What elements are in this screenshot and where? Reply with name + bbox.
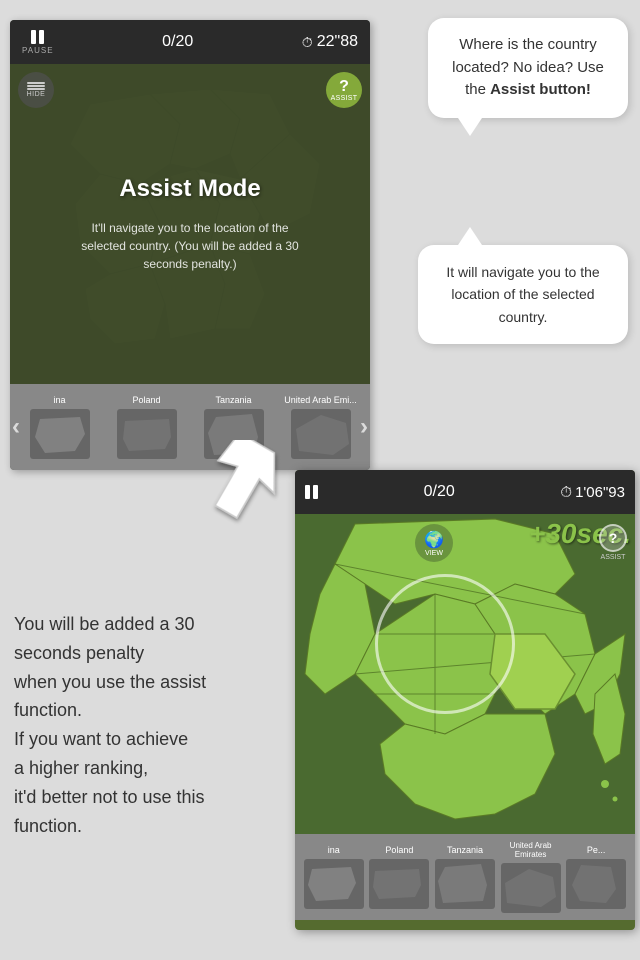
score-display-2: 0/20 [424, 483, 455, 501]
country-name-china-2: ina [328, 845, 340, 855]
pause-icon-2 [305, 485, 318, 499]
score-display: 0/20 [162, 33, 193, 51]
country-silhouette-china [30, 409, 90, 459]
country-strip-top: ‹ ina Poland Tanzania United Arab Emi... [10, 384, 370, 470]
view-label: VIEW [425, 550, 443, 557]
timer-icon: ⏱ [302, 34, 313, 51]
text-line-8: function. [14, 816, 82, 836]
hide-button[interactable]: HIDE [18, 72, 54, 108]
timer-display: ⏱ 22"88 [302, 33, 358, 51]
hide-icon-3 [27, 88, 45, 90]
hide-icon [27, 82, 45, 84]
bubble-1-text: Where is the country located? No idea? U… [444, 34, 612, 102]
bottom-screenshot: 0/20 ⏱ 1'06"93 +30sec. [295, 470, 635, 930]
assist-label-2: ASSIST [601, 554, 626, 561]
country-name-uae-2: United Arab Emirates [500, 841, 562, 859]
country-item-china[interactable]: ina [18, 395, 101, 459]
country-silhouette-tanzania-2 [435, 859, 495, 909]
assist-button-map[interactable]: ? ASSIST [326, 72, 362, 108]
assist-mode-overlay: Assist Mode It'll navigate you to the lo… [10, 64, 370, 384]
text-line-5: If you want to achieve [14, 729, 188, 749]
text-line-1: You will be added a 30 [14, 614, 194, 634]
country-silhouette-poland [117, 409, 177, 459]
assist-mode-title: Assist Mode [119, 175, 260, 203]
timer-display-2: ⏱ 1'06"93 [560, 484, 625, 501]
assist-question-2: ? [599, 524, 627, 552]
text-line-4: function. [14, 700, 82, 720]
country-item-poland-2[interactable]: Poland [369, 845, 431, 909]
timer-value-2: 1'06"93 [575, 484, 625, 501]
top-screenshot: PAUSE 0/20 ⏱ 22"88 [10, 20, 370, 470]
country-name-poland: Poland [132, 395, 160, 405]
speech-bubble-1: Where is the country located? No idea? U… [428, 18, 628, 118]
map-area-africa: 🌍 VIEW ? ASSIST [295, 514, 635, 834]
view-button[interactable]: 🌍 VIEW [415, 524, 453, 562]
text-line-3: when you use the assist [14, 672, 206, 692]
assist-button-label: ASSIST [331, 95, 358, 102]
game-header-2: 0/20 ⏱ 1'06"93 [295, 470, 635, 514]
strip-arrow-right[interactable]: › [360, 413, 368, 441]
text-line-6: a higher ranking, [14, 758, 148, 778]
assist-question-mark: ? [339, 79, 349, 95]
globe-icon: 🌍 [424, 530, 444, 550]
country-item-tanzania-2[interactable]: Tanzania [434, 845, 496, 909]
pause-button-2[interactable] [305, 485, 318, 499]
country-strip-bottom: ina Poland Tanzania United Arab Emirates… [295, 834, 635, 920]
africa-map [295, 514, 635, 834]
country-silhouette-poland-2 [369, 859, 429, 909]
timer-value: 22"88 [317, 33, 358, 51]
country-name-tanzania-2: Tanzania [447, 845, 483, 855]
country-silhouette-china-2 [304, 859, 364, 909]
country-name-tanzania: Tanzania [215, 395, 251, 405]
map-area: HIDE ? ASSIST Assist Mode It'll navigate… [10, 64, 370, 384]
country-name-poland-2: Poland [385, 845, 413, 855]
country-silhouette-uae-2 [501, 863, 561, 913]
big-arrow [200, 440, 300, 530]
hide-label: HIDE [27, 91, 46, 98]
country-item-uae-2[interactable]: United Arab Emirates [500, 841, 562, 913]
text-line-7: it'd better not to use this [14, 787, 205, 807]
text-line-2: seconds penalty [14, 643, 144, 663]
country-item-china-2[interactable]: ina [303, 845, 365, 909]
country-item-poland[interactable]: Poland [105, 395, 188, 459]
hide-icon-2 [27, 85, 45, 87]
speech-bubble-2: It will navigate you to the location of … [418, 245, 628, 344]
strip-arrow-left[interactable]: ‹ [12, 413, 20, 441]
assist-button-2[interactable]: ? ASSIST [599, 524, 627, 561]
country-item-peru[interactable]: Pe... [565, 845, 627, 909]
bubble-1-bold-text: Assist button! [490, 81, 591, 98]
pause-icon [31, 30, 44, 44]
text-line-1-2: You will be added a 30 seconds penalty w… [14, 610, 284, 840]
timer-icon-2: ⏱ [560, 484, 572, 501]
country-name-uae: United Arab Emi... [284, 395, 357, 405]
country-silhouette-peru [566, 859, 626, 909]
country-name-peru: Pe... [587, 845, 606, 855]
game-header: PAUSE 0/20 ⏱ 22"88 [10, 20, 370, 64]
bubble-2-text: It will navigate you to the location of … [434, 261, 612, 328]
pause-button[interactable]: PAUSE [22, 30, 54, 55]
text-panel: You will be added a 30 seconds penalty w… [14, 610, 284, 840]
country-name-china: ina [53, 395, 65, 405]
pause-label: PAUSE [22, 46, 54, 55]
assist-mode-description: It'll navigate you to the location of th… [70, 219, 310, 273]
